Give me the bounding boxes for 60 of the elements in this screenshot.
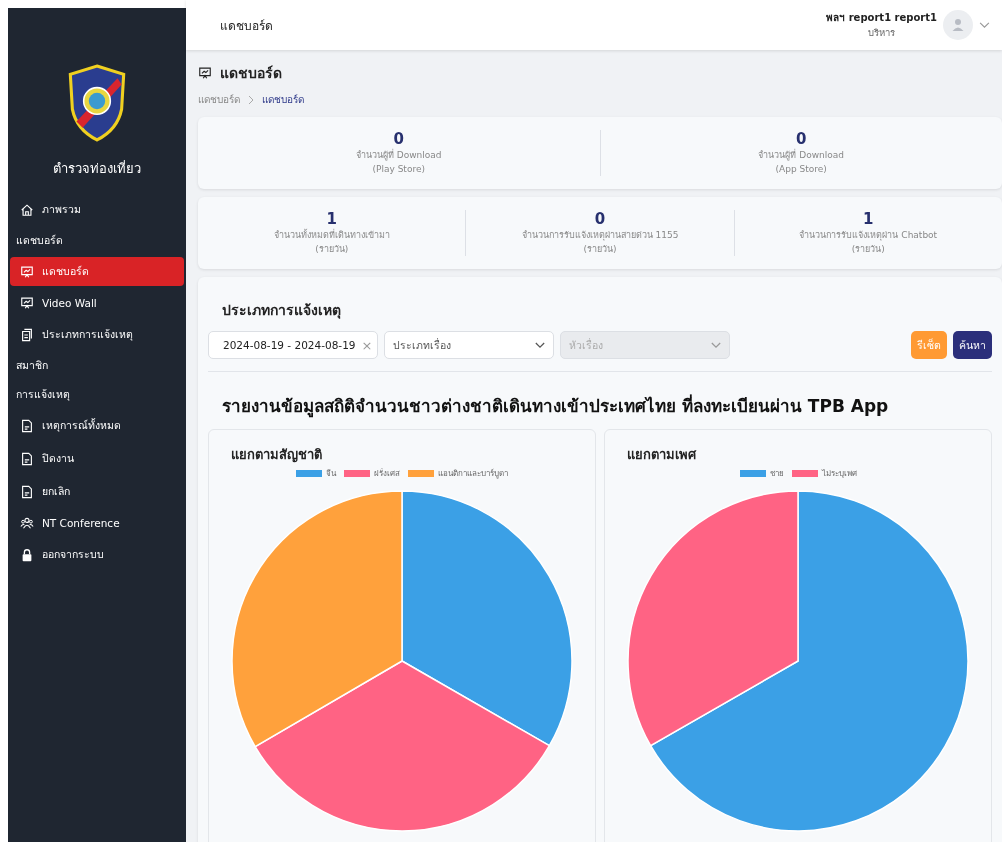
stat-value: 0 bbox=[796, 130, 807, 148]
document-icon bbox=[20, 484, 34, 499]
chart-title: แยกตามสัญชาติ bbox=[231, 446, 322, 465]
legend-label: ไม่ระบุเพศ bbox=[821, 468, 857, 480]
brand-name: ตำรวจท่องเที่ยว bbox=[52, 159, 142, 178]
breadcrumb-link[interactable]: แดชบอร์ด bbox=[262, 92, 304, 107]
report-heading: รายงานข้อมูลสถิติจำนวนชาวต่างชาติเดินทางเข้าประเทศไทย ที่ลงทะเบียนผ่าน TPB App bbox=[222, 393, 890, 419]
stat-label: จำนวนการรับแจ้งเหตุผ่าน Chatbot bbox=[799, 229, 938, 242]
stat-label: จำนวนผู้ที่ Download bbox=[355, 148, 442, 162]
chart-title: แยกตามเพศ bbox=[627, 446, 696, 464]
stat-label: จำนวนทั้งหมดที่เดินทางเข้ามา bbox=[273, 228, 390, 242]
document-icon bbox=[20, 418, 34, 433]
stat-label: จำนวนผู้ที่ Download bbox=[758, 148, 845, 162]
stat-sublabel: (รายวัน) bbox=[583, 243, 617, 256]
sidebar-item[interactable]: ยกเลิก bbox=[10, 477, 184, 506]
page-title: แดชบอร์ด bbox=[220, 64, 282, 83]
user-role: บริหาร bbox=[868, 26, 896, 40]
stat-value: 0 bbox=[393, 130, 404, 148]
sidebar-section-heading: การแจ้งเหตุ bbox=[15, 387, 71, 403]
legend-label: แอนติกาและบาร์บูดา bbox=[438, 468, 508, 480]
sidebar-item[interactable]: ภาพรวม bbox=[10, 195, 184, 224]
chevron-down-icon bbox=[535, 341, 545, 349]
presentation-chart-icon bbox=[20, 264, 34, 279]
lock-icon bbox=[20, 547, 34, 562]
search-button[interactable]: ค้นหา bbox=[953, 331, 992, 359]
stat-label: จำนวนการรับแจ้งเหตุผ่านสายด่วน 1155 bbox=[521, 229, 679, 242]
chevron-down-icon bbox=[711, 341, 721, 349]
documents-icon bbox=[20, 327, 34, 342]
sidebar-section-heading: สมาชิก bbox=[15, 358, 49, 373]
people-icon bbox=[20, 516, 34, 530]
user-name: พลฯ report1 report1 bbox=[826, 11, 937, 25]
section-title: ประเภทการแจ้งเหตุ bbox=[222, 301, 342, 321]
sidebar-item[interactable]: ออกจากระบบ bbox=[10, 540, 184, 569]
stat-value: 0 bbox=[594, 210, 606, 228]
avatar-icon[interactable] bbox=[943, 10, 973, 40]
header-title: แดชบอร์ด bbox=[220, 17, 273, 35]
stat-sublabel: (รายวัน) bbox=[851, 243, 885, 256]
stat-value: 1 bbox=[863, 210, 874, 228]
legend-label: ฝรั่งเศส bbox=[374, 467, 400, 480]
document-icon bbox=[20, 451, 34, 466]
sidebar-item[interactable]: ประเภทการแจ้งเหตุ bbox=[10, 320, 184, 349]
sidebar-item[interactable]: เหตุการณ์ทั้งหมด bbox=[10, 411, 184, 440]
stat-sublabel: (App Store) bbox=[775, 163, 827, 176]
presentation-chart-icon bbox=[20, 296, 34, 310]
chevron-down-icon[interactable] bbox=[979, 21, 990, 29]
legend-label: ชาย bbox=[769, 468, 784, 480]
type-select[interactable]: ประเภทเรื่อง bbox=[384, 331, 554, 359]
date-range-field[interactable]: 2024-08-19 - 2024-08-19 × bbox=[208, 331, 378, 359]
stat-value: 1 bbox=[326, 210, 337, 228]
stat-sublabel: (Play Store) bbox=[372, 163, 425, 176]
sidebar-item[interactable]: Video Wall bbox=[10, 290, 184, 316]
chevron-right-icon bbox=[248, 94, 254, 105]
sidebar-section-heading: แดชบอร์ด bbox=[15, 233, 64, 248]
sidebar-item[interactable]: ปิดงาน bbox=[10, 444, 184, 473]
sidebar-item[interactable]: NT Conference bbox=[10, 510, 184, 536]
legend-label: จีน bbox=[326, 468, 336, 480]
stat-sublabel: (รายวัน) bbox=[315, 243, 349, 256]
presentation-chart-icon bbox=[198, 66, 212, 80]
home-icon bbox=[20, 202, 34, 217]
sidebar-item[interactable]: แดชบอร์ด bbox=[10, 257, 184, 286]
